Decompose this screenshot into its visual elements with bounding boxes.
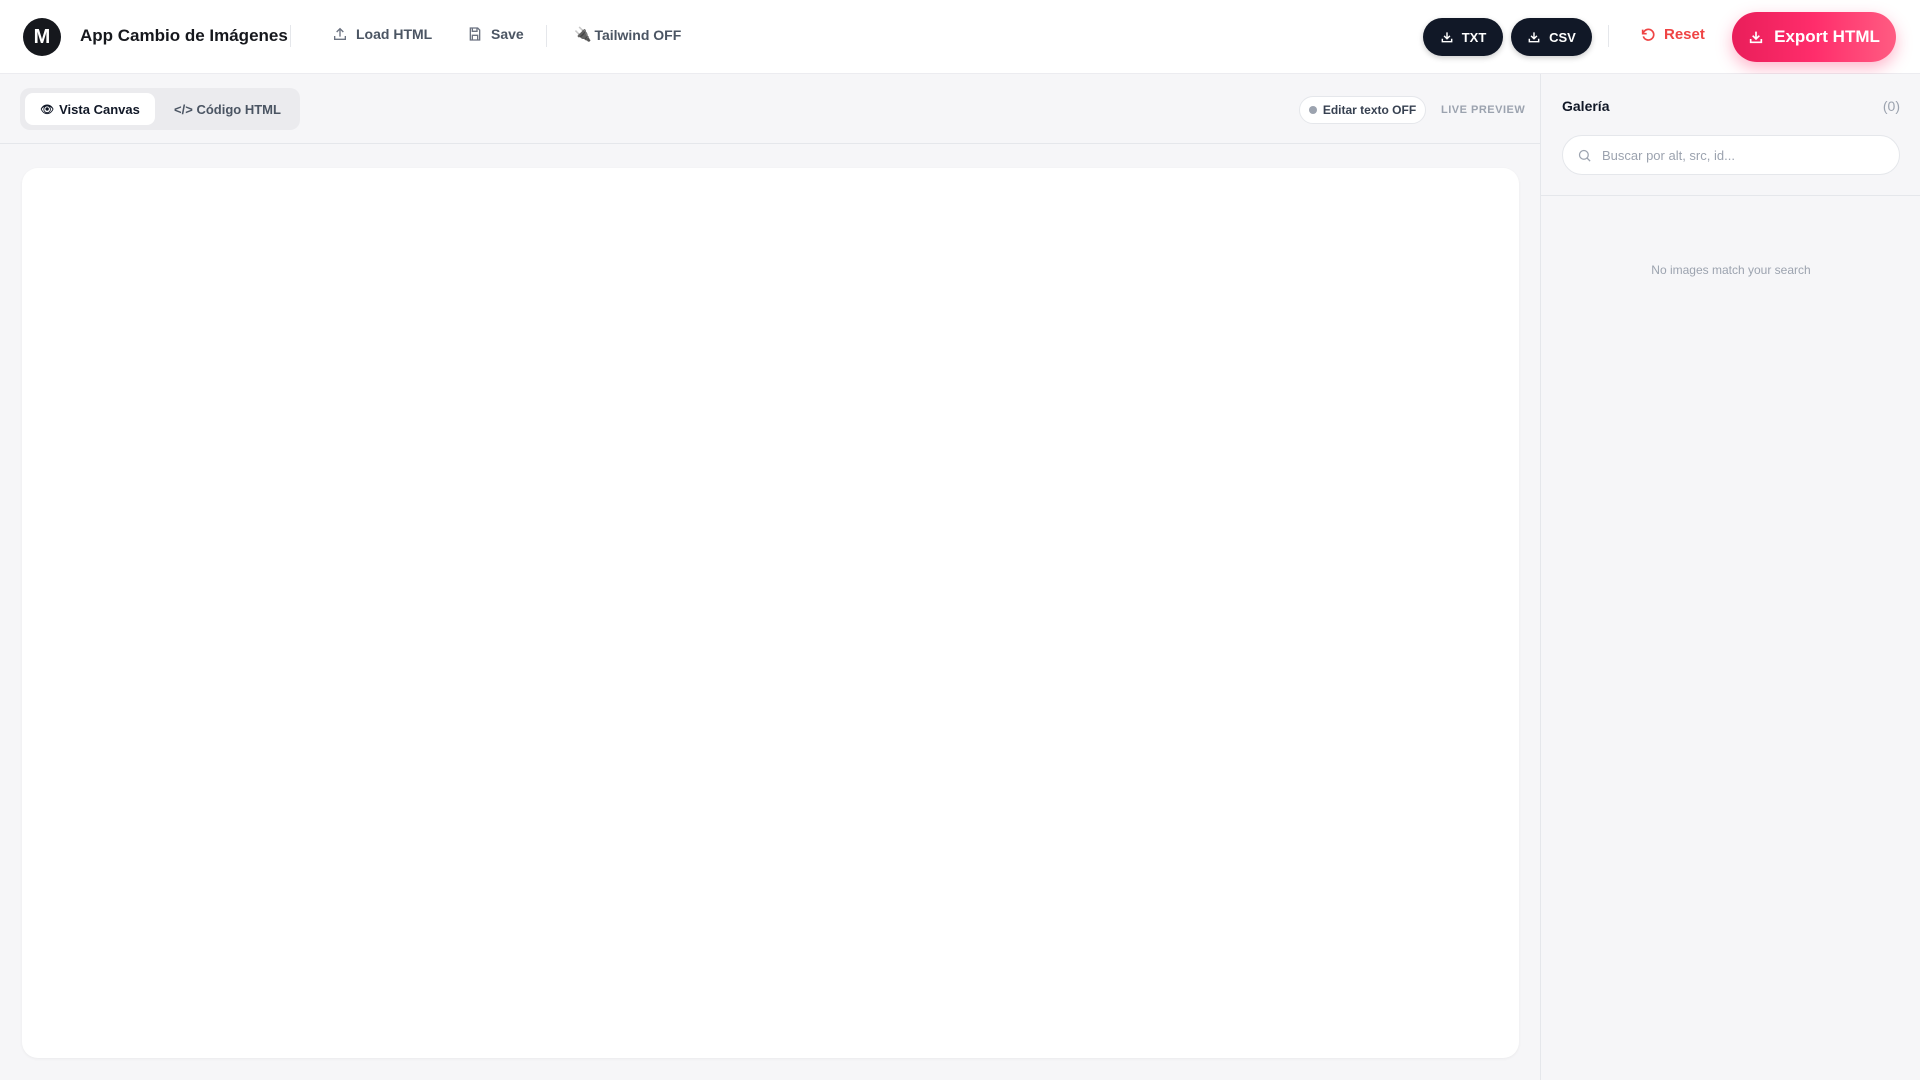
tab-codigo-html[interactable]: </> Código HTML	[160, 93, 295, 125]
reset-icon	[1641, 28, 1655, 41]
divider	[546, 25, 547, 47]
load-html-button[interactable]: Load HTML	[332, 26, 432, 42]
gallery-search	[1562, 135, 1900, 175]
tailwind-label: Tailwind OFF	[594, 26, 682, 43]
load-html-label: Load HTML	[356, 26, 433, 42]
reset-button[interactable]: Reset	[1640, 26, 1705, 43]
download-csv-button[interactable]: CSV	[1511, 18, 1592, 56]
edit-text-label: Editar texto OFF	[1322, 103, 1417, 117]
divider	[290, 25, 291, 47]
app-title: App Cambio de Imágenes	[80, 26, 288, 45]
download-txt-button[interactable]: TXT	[1423, 18, 1503, 56]
plug-icon: 🔌	[574, 26, 592, 42]
export-label: Export HTML	[1774, 27, 1880, 46]
download-icon	[1528, 32, 1540, 43]
canvas-preview[interactable]	[22, 168, 1519, 1058]
download-icon	[1749, 31, 1763, 44]
save-label: Save	[491, 26, 524, 42]
edit-text-toggle[interactable]: Editar texto OFF	[1299, 96, 1426, 124]
download-icon	[1441, 32, 1453, 43]
divider	[1608, 25, 1609, 47]
upload-icon	[334, 27, 346, 40]
tailwind-toggle[interactable]: 🔌 Tailwind OFF	[574, 26, 681, 43]
search-input[interactable]	[1602, 147, 1882, 163]
empty-state: No images match your search	[1651, 263, 1811, 277]
tab-label: Vista Canvas	[59, 101, 140, 117]
gallery-count: (0)	[1882, 98, 1900, 114]
status-dot	[1308, 106, 1317, 114]
csv-label: CSV	[1549, 29, 1576, 45]
save-icon	[469, 27, 481, 41]
reset-label: Reset	[1664, 26, 1705, 43]
save-button[interactable]: Save	[467, 26, 524, 42]
eye-icon: 👁	[40, 103, 55, 116]
app-header: M App Cambio de Imágenes Load HTML Save …	[0, 0, 1920, 74]
gallery-header: Galería (0)	[1541, 74, 1920, 196]
tab-vista-canvas[interactable]: 👁 Vista Canvas	[25, 93, 155, 125]
gallery-sidebar: Galería (0) No images match your search	[1540, 74, 1920, 1080]
search-icon	[1578, 149, 1591, 162]
view-tabs: 👁 Vista Canvas </> Código HTML	[20, 88, 300, 130]
txt-label: TXT	[1461, 29, 1487, 45]
tab-label: </> Código HTML	[174, 101, 281, 117]
view-toolbar: 👁 Vista Canvas </> Código HTML Editar tex…	[0, 74, 1540, 144]
app-logo: M	[23, 18, 61, 56]
live-preview-label: LIVE PREVIEW	[1441, 104, 1526, 116]
export-html-button[interactable]: Export HTML	[1732, 12, 1896, 62]
gallery-title: Galería	[1562, 98, 1610, 114]
